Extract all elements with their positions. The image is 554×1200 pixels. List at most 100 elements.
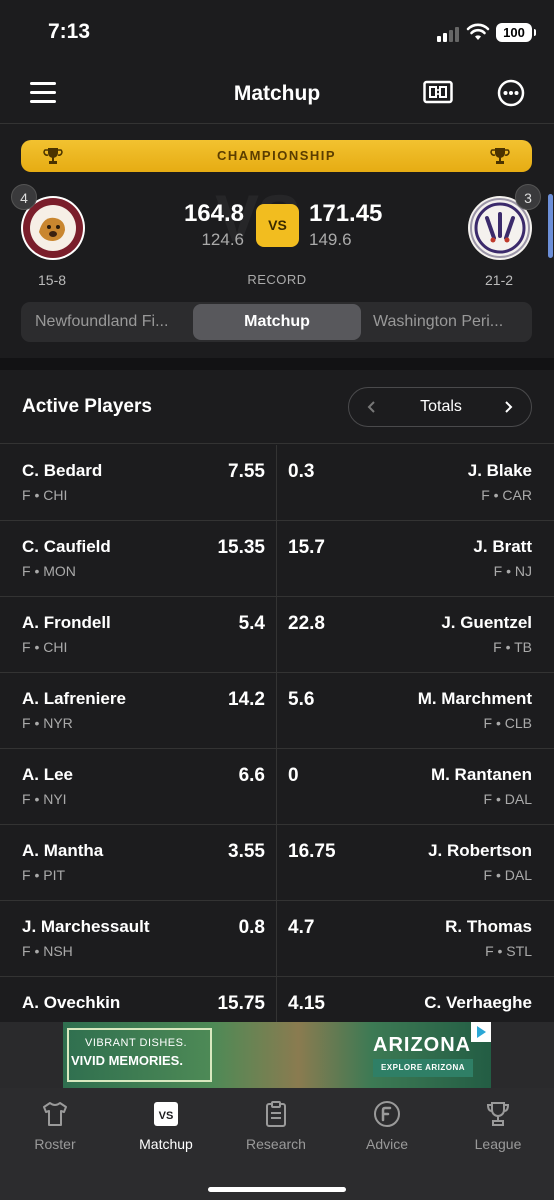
period-selector[interactable]: Totals xyxy=(348,387,532,427)
right-player-position: F • CAR xyxy=(481,487,532,503)
right-player-points: 0.3 xyxy=(288,461,315,482)
ad-choices-icon[interactable] xyxy=(471,1022,491,1042)
right-player-position: F • DAL xyxy=(483,791,532,807)
tab-league[interactable]: League xyxy=(443,1088,553,1168)
tab-label: Matchup xyxy=(139,1136,193,1152)
left-player-name[interactable]: A. Lafreniere xyxy=(22,689,126,709)
ad-banner[interactable]: VIBRANT DISHES. VIVID MEMORIES. ARIZONA … xyxy=(63,1022,491,1088)
tab-bar: Roster VS Matchup Research Advice League xyxy=(0,1088,554,1200)
left-player-points: 5.4 xyxy=(238,613,265,634)
tab-label: Roster xyxy=(34,1136,76,1152)
team-left-score: 164.8 xyxy=(183,200,244,227)
left-player-name[interactable]: A. Mantha xyxy=(22,841,103,861)
scrollbar[interactable] xyxy=(548,194,553,258)
left-player-name[interactable]: A. Frondell xyxy=(22,613,111,633)
right-player-name[interactable]: M. Marchment xyxy=(418,689,532,709)
right-player-name[interactable]: R. Thomas xyxy=(445,917,532,937)
left-player-points: 7.55 xyxy=(228,461,265,482)
left-player-points: 15.35 xyxy=(217,537,265,558)
active-players-header: Active Players Totals xyxy=(0,370,554,444)
battery-icon: 100 xyxy=(496,23,536,42)
team-right-projected: 149.6 xyxy=(309,230,352,249)
jersey-icon xyxy=(43,1102,67,1126)
active-players-title: Active Players xyxy=(22,396,152,417)
left-player-position: F • CHI xyxy=(22,487,68,503)
ad-headline-1: VIBRANT DISHES. xyxy=(85,1037,188,1049)
right-player-name[interactable]: J. Blake xyxy=(468,461,532,481)
player-row[interactable]: C. Caufield F • MON 15.35 15.7 J. Bratt … xyxy=(0,521,554,597)
section-gap xyxy=(0,358,554,370)
tab-team-left[interactable]: Newfoundland Fi... xyxy=(35,302,187,342)
left-player-name[interactable]: C. Bedard xyxy=(22,461,102,481)
right-player-name[interactable]: M. Rantanen xyxy=(431,765,532,785)
team-right-score: 171.45 xyxy=(309,200,383,227)
left-player-position: F • NYI xyxy=(22,791,67,807)
right-player-position: F • TB xyxy=(493,639,532,655)
player-row[interactable]: A. Lee F • NYI 6.6 0 M. Rantanen F • DAL xyxy=(0,749,554,825)
scoreboard-icon[interactable] xyxy=(423,80,453,106)
right-player-position: F • NJ xyxy=(493,563,532,579)
trophy-icon xyxy=(490,148,510,164)
team-right-seed: 3 xyxy=(515,184,541,210)
tab-team-right[interactable]: Washington Peri... xyxy=(373,302,525,342)
home-indicator xyxy=(208,1187,346,1192)
team-segmented-control: Newfoundland Fi... Matchup Washington Pe… xyxy=(21,302,532,342)
tab-label: League xyxy=(474,1136,522,1152)
right-player-position: F • CLB xyxy=(483,715,532,731)
trophy-icon xyxy=(486,1102,510,1126)
right-player-name[interactable]: J. Bratt xyxy=(473,537,532,557)
record-label: RECORD xyxy=(247,272,307,287)
right-player-points: 4.7 xyxy=(288,917,315,938)
tab-advice[interactable]: Advice xyxy=(332,1088,442,1168)
left-player-position: F • MON xyxy=(22,563,76,579)
wifi-icon xyxy=(466,23,490,40)
left-player-name[interactable]: A. Ovechkin xyxy=(22,993,120,1013)
left-player-name[interactable]: A. Lee xyxy=(22,765,73,785)
tab-matchup-nav[interactable]: VS Matchup xyxy=(111,1088,221,1168)
tab-label: Advice xyxy=(365,1136,409,1152)
left-player-position: F • CHI xyxy=(22,639,68,655)
player-row[interactable]: A. Frondell F • CHI 5.4 22.8 J. Guentzel… xyxy=(0,597,554,673)
vs-icon: VS xyxy=(154,1102,178,1126)
nav-header: Matchup xyxy=(0,64,554,124)
championship-banner: CHAMPIONSHIP xyxy=(21,140,532,172)
right-player-name[interactable]: J. Robertson xyxy=(428,841,532,861)
matchup-header: CHAMPIONSHIP VS 4 164.8 124.6 VS 171.45 … xyxy=(0,124,554,358)
player-row[interactable]: C. Bedard F • CHI 7.55 0.3 J. Blake F • … xyxy=(0,445,554,521)
left-player-points: 6.6 xyxy=(238,765,265,786)
left-player-points: 15.75 xyxy=(217,993,265,1014)
player-row[interactable]: A. Lafreniere F • NYR 14.2 5.6 M. Marchm… xyxy=(0,673,554,749)
ad-headline-2: VIVID MEMORIES. xyxy=(71,1053,183,1068)
tab-roster[interactable]: Roster xyxy=(0,1088,110,1168)
right-player-position: F • DAL xyxy=(483,867,532,883)
clipboard-icon xyxy=(266,1101,286,1127)
player-row[interactable]: J. Marchessault F • NSH 0.8 4.7 R. Thoma… xyxy=(0,901,554,977)
championship-label: CHAMPIONSHIP xyxy=(216,148,337,163)
right-player-points: 5.6 xyxy=(288,689,315,710)
tab-research[interactable]: Research xyxy=(221,1088,331,1168)
right-player-points: 0 xyxy=(288,765,299,786)
left-player-name[interactable]: C. Caufield xyxy=(22,537,111,557)
chevron-right-icon[interactable] xyxy=(501,400,515,414)
left-player-points: 3.55 xyxy=(228,841,265,862)
player-row[interactable]: A. Mantha F • PIT 3.55 16.75 J. Robertso… xyxy=(0,825,554,901)
player-rows: C. Bedard F • CHI 7.55 0.3 J. Blake F • … xyxy=(0,445,554,1030)
left-player-position: F • NSH xyxy=(22,943,73,959)
tab-label: Research xyxy=(246,1136,306,1152)
more-options-icon[interactable] xyxy=(497,79,525,107)
right-player-name[interactable]: J. Guentzel xyxy=(441,613,532,633)
right-player-points: 16.75 xyxy=(288,841,336,862)
status-bar: 7:13 100 xyxy=(0,0,554,64)
ad-cta-button[interactable]: EXPLORE ARIZONA xyxy=(373,1059,473,1077)
advice-icon xyxy=(374,1101,400,1127)
vs-icon-text: VS xyxy=(159,1110,174,1122)
right-player-position: F • STL xyxy=(485,943,532,959)
right-player-name[interactable]: C. Verhaeghe xyxy=(424,993,532,1013)
status-time: 7:13 xyxy=(48,20,91,43)
left-player-name[interactable]: J. Marchessault xyxy=(22,917,150,937)
team-right-record: 21-2 xyxy=(485,272,514,288)
left-player-points: 0.8 xyxy=(238,917,265,938)
tab-matchup[interactable]: Matchup xyxy=(193,304,361,340)
page-title: Matchup xyxy=(233,82,321,105)
team-left-projected: 124.6 xyxy=(201,230,244,249)
